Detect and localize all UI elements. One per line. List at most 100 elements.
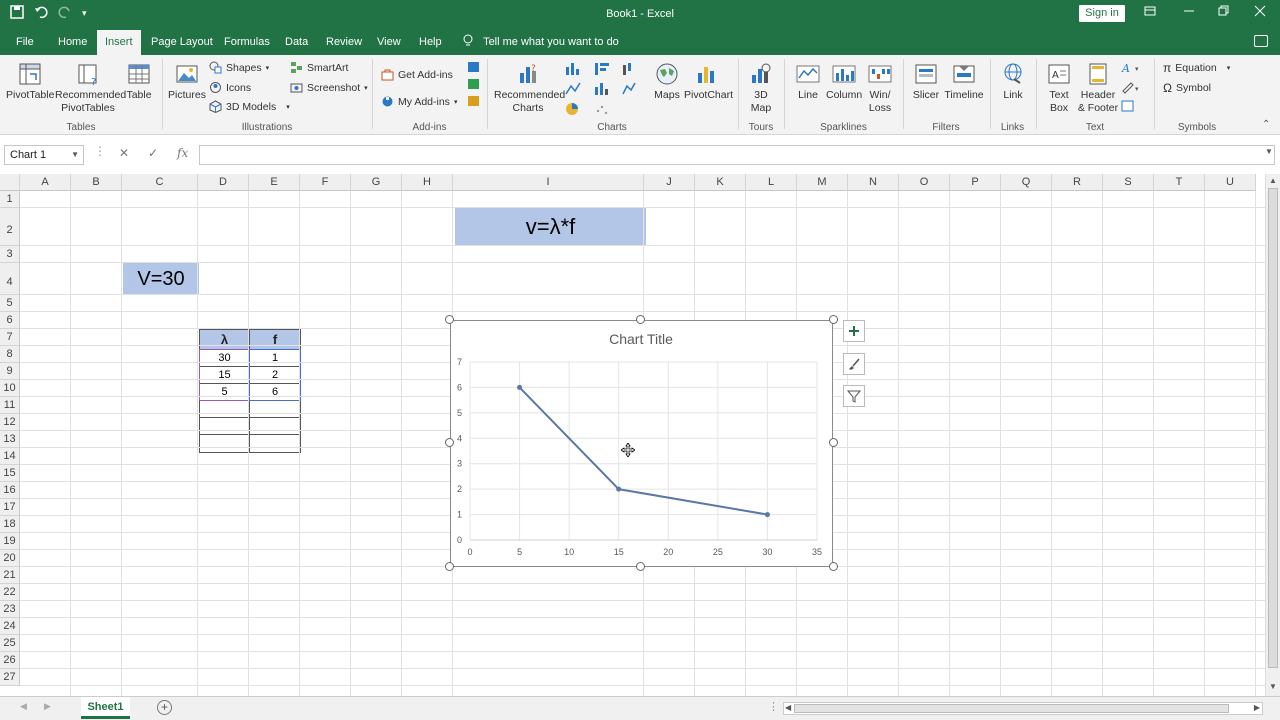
restore-icon[interactable] bbox=[1218, 5, 1230, 20]
row-header-18[interactable]: 18 bbox=[0, 516, 20, 533]
resize-handle[interactable] bbox=[445, 438, 454, 447]
column-header-p[interactable]: P bbox=[950, 174, 1001, 191]
row-header-21[interactable]: 21 bbox=[0, 567, 20, 584]
table-button[interactable]: Table bbox=[124, 61, 154, 102]
column-header-h[interactable]: H bbox=[402, 174, 453, 191]
tell-me-box[interactable]: Tell me what you want to do bbox=[462, 30, 619, 55]
row-header-15[interactable]: 15 bbox=[0, 465, 20, 482]
column-header-u[interactable]: U bbox=[1205, 174, 1256, 191]
table-cell-empty[interactable] bbox=[199, 400, 250, 418]
table-cell-empty[interactable] bbox=[249, 417, 301, 435]
collapse-ribbon-icon[interactable]: ⌃ bbox=[1262, 119, 1270, 130]
sparkline-winloss-button[interactable]: Win/ Loss bbox=[864, 61, 896, 115]
my-addins-button[interactable]: My Add-ins ▾ bbox=[381, 95, 457, 108]
scroll-left-icon[interactable]: ◀ bbox=[785, 703, 791, 712]
tab-data[interactable]: Data bbox=[277, 30, 316, 55]
row-header-4[interactable]: 4 bbox=[0, 263, 20, 295]
recommended-charts-button[interactable]: ? Recommended Charts bbox=[494, 61, 565, 115]
screenshot-button[interactable]: Screenshot ▾ bbox=[290, 81, 368, 94]
column-header-f[interactable]: F bbox=[300, 174, 351, 191]
smartart-button[interactable]: SmartArt bbox=[290, 61, 348, 74]
row-header-7[interactable]: 7 bbox=[0, 329, 20, 346]
horizontal-scrollbar[interactable]: ◀ ▶ bbox=[783, 702, 1263, 715]
table-cell-empty[interactable] bbox=[199, 434, 250, 453]
tab-page-layout[interactable]: Page Layout bbox=[143, 30, 221, 55]
recommended-pivottables-button[interactable]: ? Recommended PivotTables bbox=[55, 61, 126, 115]
tab-formulas[interactable]: Formulas bbox=[216, 30, 278, 55]
row-header-25[interactable]: 25 bbox=[0, 635, 20, 652]
close-icon[interactable] bbox=[1254, 5, 1266, 20]
column-header-g[interactable]: G bbox=[351, 174, 402, 191]
row-header-8[interactable]: 8 bbox=[0, 346, 20, 363]
name-box[interactable]: Chart 1 ▼ bbox=[4, 145, 84, 165]
3d-models-button[interactable]: 3D Models ▾ bbox=[209, 100, 290, 113]
chart[interactable]: Chart Title 0 5 10 15 20 25 30 35 0 1 2 3 4 5 6 7 bbox=[450, 320, 833, 567]
row-header-16[interactable]: 16 bbox=[0, 482, 20, 499]
resize-handle[interactable] bbox=[829, 315, 838, 324]
row-header-1[interactable]: 1 bbox=[0, 191, 20, 208]
row-header-11[interactable]: 11 bbox=[0, 397, 20, 414]
cell-i2-formula[interactable]: v=λ*f bbox=[455, 208, 646, 246]
column-header-m[interactable]: M bbox=[797, 174, 848, 191]
table-cell-empty[interactable] bbox=[249, 400, 301, 418]
column-header-j[interactable]: J bbox=[644, 174, 695, 191]
chevron-down-icon[interactable]: ▼ bbox=[71, 146, 79, 164]
scroll-up-icon[interactable]: ▲ bbox=[1269, 176, 1277, 185]
row-header-6[interactable]: 6 bbox=[0, 312, 20, 329]
table-header-f[interactable]: f bbox=[249, 329, 301, 350]
row-header-17[interactable]: 17 bbox=[0, 499, 20, 516]
addin-icons[interactable] bbox=[467, 61, 480, 121]
sparkline-line-button[interactable]: Line bbox=[792, 61, 824, 102]
maps-button[interactable]: Maps bbox=[651, 61, 683, 102]
column-header-d[interactable]: D bbox=[198, 174, 249, 191]
prev-sheet-icon[interactable]: ◀ bbox=[20, 701, 27, 712]
sign-in-button[interactable]: Sign in bbox=[1079, 5, 1125, 22]
column-header-k[interactable]: K bbox=[695, 174, 746, 191]
timeline-button[interactable]: Timeline bbox=[944, 61, 984, 102]
row-header-9[interactable]: 9 bbox=[0, 363, 20, 380]
expand-formula-icon[interactable]: ▼ bbox=[1265, 147, 1273, 156]
resize-handle[interactable] bbox=[445, 315, 454, 324]
pivottable-button[interactable]: PivotTable bbox=[6, 61, 54, 102]
column-header-q[interactable]: Q bbox=[1001, 174, 1052, 191]
chart-type-icons[interactable] bbox=[565, 61, 645, 121]
chart-filters-button[interactable] bbox=[843, 385, 865, 407]
tab-file[interactable]: File bbox=[8, 30, 42, 55]
row-header-20[interactable]: 20 bbox=[0, 550, 20, 567]
3d-map-button[interactable]: 3D Map bbox=[743, 61, 779, 115]
row-header-14[interactable]: 14 bbox=[0, 448, 20, 465]
resize-handle[interactable] bbox=[829, 438, 838, 447]
symbol-button[interactable]: Ω Symbol bbox=[1163, 81, 1211, 95]
enter-icon[interactable]: ✓ bbox=[148, 146, 158, 160]
cancel-icon[interactable]: ✕ bbox=[119, 146, 129, 160]
column-header-n[interactable]: N bbox=[848, 174, 899, 191]
row-header-10[interactable]: 10 bbox=[0, 380, 20, 397]
scroll-thumb[interactable] bbox=[1268, 188, 1278, 668]
tab-insert[interactable]: Insert bbox=[97, 30, 141, 55]
tab-help[interactable]: Help bbox=[411, 30, 450, 55]
tab-review[interactable]: Review bbox=[318, 30, 370, 55]
scroll-down-icon[interactable]: ▼ bbox=[1269, 682, 1277, 691]
scroll-right-icon[interactable]: ▶ bbox=[1254, 703, 1260, 712]
row-header-2[interactable]: 2 bbox=[0, 208, 20, 246]
column-header-i[interactable]: I bbox=[453, 174, 644, 191]
sheet-tab-sheet1[interactable]: Sheet1 bbox=[81, 697, 130, 719]
sparkline-column-button[interactable]: Column bbox=[826, 61, 862, 102]
column-header-o[interactable]: O bbox=[899, 174, 950, 191]
formula-input[interactable] bbox=[199, 145, 1275, 165]
add-sheet-button[interactable]: + bbox=[157, 700, 172, 715]
resize-handle[interactable] bbox=[636, 562, 645, 571]
cell-c4-v30[interactable]: V=30 bbox=[123, 263, 199, 295]
comments-icon[interactable] bbox=[1254, 35, 1268, 47]
equation-button[interactable]: π Equation ▾ bbox=[1163, 61, 1230, 75]
pivotchart-button[interactable]: PivotChart bbox=[684, 61, 733, 102]
header-footer-button[interactable]: Header & Footer bbox=[1077, 61, 1119, 115]
column-header-b[interactable]: B bbox=[71, 174, 122, 191]
column-header-e[interactable]: E bbox=[249, 174, 300, 191]
row-header-26[interactable]: 26 bbox=[0, 652, 20, 669]
column-header-t[interactable]: T bbox=[1154, 174, 1205, 191]
text-box-button[interactable]: A Text Box bbox=[1043, 61, 1075, 115]
select-all-corner[interactable] bbox=[0, 174, 20, 191]
text-extra-icons[interactable]: A ▾ ▾ bbox=[1121, 61, 1151, 121]
pictures-button[interactable]: Pictures bbox=[168, 61, 206, 102]
